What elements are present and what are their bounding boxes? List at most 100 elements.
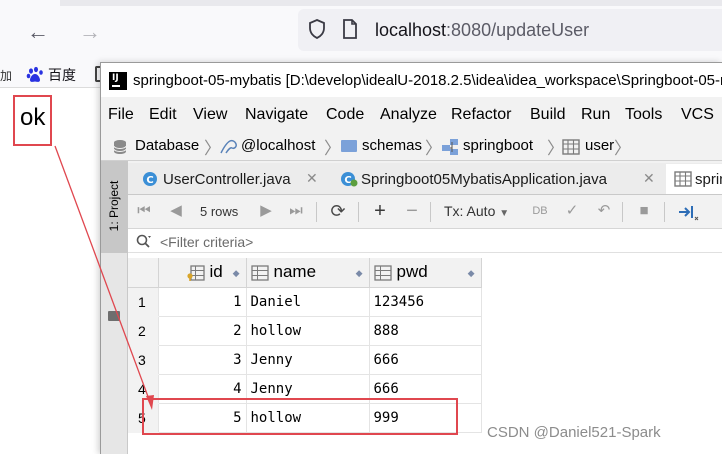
previous-page-icon[interactable]: ◀ [166, 201, 186, 221]
intellij-logo-icon: IJ [109, 72, 127, 90]
navigate-arrows-icon[interactable] [678, 203, 700, 221]
breadcrumb-schemas[interactable]: schemas [362, 137, 422, 154]
next-page-icon[interactable]: ▶ [256, 201, 276, 221]
ide-menu-bar: File Edit View Navigate Code Analyze Ref… [101, 103, 722, 129]
url-bar[interactable]: localhost:8080/updateUser [298, 9, 722, 51]
svg-text:C: C [344, 175, 351, 186]
close-tab-icon[interactable]: ✕ [643, 170, 655, 187]
db-commit-icon[interactable]: DB [530, 201, 550, 221]
first-page-icon[interactable]: ⏮ [134, 201, 154, 221]
tab-label: Springboot05MybatisApplication.java [361, 171, 607, 188]
url-text[interactable]: localhost:8080/updateUser [375, 20, 589, 41]
rows-count-label[interactable]: 5 rows [200, 204, 238, 219]
toolbar-separator [664, 202, 665, 222]
toolbar-separator [622, 202, 623, 222]
menu-view[interactable]: View [193, 106, 227, 124]
last-page-icon[interactable]: ⏭ [286, 201, 306, 221]
sort-icon[interactable]: ◆ [356, 268, 363, 279]
tab-springboot-application[interactable]: C Springboot05MybatisApplication.java ✕ [332, 164, 660, 194]
menu-run[interactable]: Run [581, 106, 610, 124]
sort-icon[interactable]: ◆ [233, 268, 240, 279]
stop-icon[interactable]: ■ [634, 201, 654, 221]
bookmark-cut-label[interactable]: 加 [0, 67, 12, 84]
cell-pwd[interactable]: 666 [369, 345, 482, 375]
bookmark-baidu[interactable]: 百度 [48, 65, 76, 85]
tab-label: UserController.java [163, 171, 291, 188]
java-class-icon: C [143, 172, 157, 186]
transaction-mode-dropdown[interactable]: Tx: Auto ▼ [444, 203, 509, 219]
breadcrumb-localhost[interactable]: @localhost [241, 137, 315, 154]
add-row-icon[interactable]: + [370, 201, 390, 221]
menu-analyze[interactable]: Analyze [380, 106, 437, 124]
submit-check-icon[interactable]: ✓ [562, 201, 582, 221]
cell-id[interactable]: 1 [158, 287, 247, 317]
column-header-name[interactable]: name ◆ [246, 258, 370, 288]
svg-text:C: C [146, 175, 153, 186]
cell-name[interactable]: hollow [246, 316, 370, 346]
delete-row-icon[interactable]: − [402, 201, 422, 221]
menu-vcs[interactable]: VCS [681, 106, 714, 124]
table-row[interactable]: 1 1 Daniel 123456 [128, 287, 482, 317]
menu-code[interactable]: Code [326, 106, 364, 124]
filter-criteria-input[interactable]: <Filter criteria> [160, 234, 253, 250]
table-icon [562, 139, 580, 155]
refresh-icon[interactable]: ⟳ [328, 201, 348, 221]
breadcrumb-separator: 〉 [324, 139, 341, 158]
column-header-label: pwd [396, 262, 428, 282]
shield-icon[interactable] [308, 19, 326, 39]
chevron-down-icon: ▼ [499, 208, 510, 219]
back-button[interactable]: ← [24, 18, 52, 46]
row-number[interactable]: 1 [128, 287, 159, 317]
table-row[interactable]: 3 3 Jenny 666 [128, 345, 482, 375]
column-header-id[interactable]: id ◆ [158, 258, 247, 288]
left-tool-stripe: 1: Project [101, 161, 128, 454]
revert-icon[interactable]: ↶ [594, 201, 614, 221]
ide-window: IJ springboot-05-mybatis [D:\develop\ide… [100, 62, 722, 454]
menu-file[interactable]: File [108, 106, 134, 124]
filter-search-icon[interactable] [136, 234, 152, 248]
column-header-label: name [273, 262, 317, 282]
tab-user-controller[interactable]: C UserController.java ✕ [134, 164, 324, 194]
cell-id[interactable]: 2 [158, 316, 247, 346]
cell-pwd[interactable]: 888 [369, 316, 482, 346]
datasource-icon [220, 139, 237, 154]
structure-tool-icon[interactable] [108, 311, 120, 321]
row-number-header [128, 258, 159, 288]
breadcrumb-springboot[interactable]: springboot [463, 137, 533, 154]
menu-refactor[interactable]: Refactor [451, 106, 511, 124]
tab-springboot-user-table[interactable]: springboot.user [666, 164, 722, 194]
table-row[interactable]: 2 2 hollow 888 [128, 316, 482, 346]
project-tool-tab[interactable]: 1: Project [101, 161, 128, 253]
page-info-icon[interactable] [342, 19, 358, 39]
spring-boot-class-icon: C [341, 172, 358, 187]
primary-key-column-icon [186, 265, 205, 281]
menu-edit[interactable]: Edit [149, 106, 177, 124]
row-number[interactable]: 2 [128, 316, 159, 346]
menu-tools[interactable]: Tools [625, 106, 662, 124]
watermark: CSDN @Daniel521-Spark [487, 424, 661, 441]
cell-id[interactable]: 3 [158, 345, 247, 375]
column-header-pwd[interactable]: pwd ◆ [369, 258, 482, 288]
toolbar-separator [316, 202, 317, 222]
menu-build[interactable]: Build [530, 106, 566, 124]
database-icon [113, 140, 127, 154]
browser-tab-strip [60, 0, 722, 6]
project-tool-label: 1: Project [107, 180, 121, 232]
menu-navigate[interactable]: Navigate [245, 106, 308, 124]
cell-pwd[interactable]: 123456 [369, 287, 482, 317]
tab-label: springboot.user [695, 171, 722, 188]
row-number[interactable]: 3 [128, 345, 159, 375]
cell-name[interactable]: Jenny [246, 345, 370, 375]
sort-icon[interactable]: ◆ [468, 268, 475, 279]
column-icon [250, 265, 269, 281]
forward-button[interactable]: → [76, 18, 104, 46]
close-tab-icon[interactable]: ✕ [306, 170, 318, 187]
cell-name[interactable]: Daniel [246, 287, 370, 317]
breadcrumb-database[interactable]: Database [135, 137, 199, 154]
database-toolbar: ⏮ ◀ 5 rows ▶ ⏭ ⟳ + − Tx: Auto ▼ DB ✓ ↶ ■ [128, 195, 722, 229]
baidu-paw-icon[interactable] [26, 66, 44, 84]
breadcrumb-separator: 〉 [425, 139, 442, 158]
filter-bar[interactable]: <Filter criteria> [128, 229, 722, 253]
breadcrumb-user[interactable]: user [585, 137, 614, 154]
toolbar-separator [430, 202, 431, 222]
